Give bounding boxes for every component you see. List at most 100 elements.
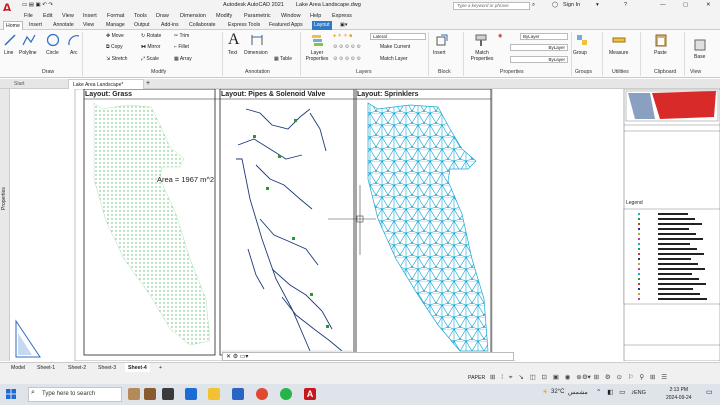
redo-icon[interactable]: ↷ xyxy=(48,2,53,8)
annotation-panel-label[interactable]: Annotation xyxy=(245,69,270,75)
menu-tools[interactable]: Tools xyxy=(134,11,147,21)
notification-icon[interactable]: ▭ xyxy=(706,388,713,396)
insert-block-icon[interactable] xyxy=(435,33,449,47)
rotate-tool[interactable]: ↻ Rotate xyxy=(141,33,161,39)
task-view-icon[interactable] xyxy=(162,388,174,400)
menu-help[interactable]: Help xyxy=(310,11,321,21)
taskbar-search[interactable]: Type here to search xyxy=(28,387,122,402)
tab-express-tools[interactable]: Express Tools xyxy=(226,21,262,30)
new-tab-icon[interactable]: + xyxy=(146,79,150,89)
command-line[interactable]: ✕ ⚙ ▭▾ xyxy=(222,352,514,361)
tab-insert[interactable]: Insert xyxy=(27,21,44,30)
menu-express[interactable]: Express xyxy=(332,11,352,21)
layers-panel-label[interactable]: Layers xyxy=(356,69,372,75)
maximize-icon[interactable]: ▢ xyxy=(683,0,688,11)
line-tool[interactable]: Line xyxy=(4,50,13,56)
insert-button[interactable]: Insert xyxy=(433,50,446,56)
user-icon[interactable]: ◯ xyxy=(552,0,558,11)
table-tool[interactable]: ▦ Table xyxy=(274,56,292,62)
menu-draw[interactable]: Draw xyxy=(156,11,169,21)
tray-icons[interactable]: ⌃ ◧ ▭ ♪ xyxy=(596,388,636,396)
menu-dimension[interactable]: Dimension xyxy=(180,11,206,21)
base-view-icon[interactable] xyxy=(693,38,707,52)
quick-access-toolbar[interactable]: ▭ ▤ ▣ ↶ ↷ xyxy=(22,0,53,11)
tab-view[interactable]: View xyxy=(81,21,96,30)
start-tab[interactable]: Start xyxy=(8,79,68,89)
weather-temp[interactable]: 32°C xyxy=(551,389,564,395)
polyline-tool[interactable]: Polyline xyxy=(19,50,37,56)
search-input[interactable]: Type a keyword or phrase xyxy=(453,2,530,10)
help-icon[interactable]: ? xyxy=(624,0,627,11)
layer-state-icons[interactable]: ● ☀ ☀ ■ xyxy=(333,33,352,39)
text-icon[interactable]: A xyxy=(228,32,242,48)
array-tool[interactable]: ▦ Array xyxy=(174,56,192,62)
cart-icon[interactable]: ▾ xyxy=(596,0,599,11)
whatsapp-icon[interactable] xyxy=(280,388,292,400)
save-icon[interactable]: ▣ xyxy=(35,2,40,8)
arc-tool[interactable]: Arc xyxy=(70,50,78,56)
groups-panel-label[interactable]: Groups xyxy=(575,69,592,75)
menu-modify[interactable]: Modify xyxy=(216,11,232,21)
measure-icon[interactable] xyxy=(612,33,626,47)
system-clock[interactable]: 2:13 PM 2024-09-24 xyxy=(666,386,692,402)
menu-format[interactable]: Format xyxy=(107,11,124,21)
properties-palette[interactable] xyxy=(0,89,10,361)
polyline-icon[interactable] xyxy=(22,33,36,47)
lineweight-dropdown[interactable]: ByLayer xyxy=(510,44,568,51)
taskbar-app-icon[interactable] xyxy=(144,388,156,400)
circle-icon[interactable] xyxy=(46,33,60,47)
match-properties-button[interactable]: Match Properties xyxy=(469,50,495,62)
status-toggles[interactable]: ⊞ ⁞ ⌖ ↘ ◫ ⊡ ▣ ◉ ⊕ ▾ xyxy=(490,373,593,382)
new-icon[interactable]: ▭ xyxy=(22,2,27,8)
tab-layout[interactable]: Layout xyxy=(312,21,332,30)
scale-tool[interactable]: ⤢ Scale xyxy=(141,56,159,62)
match-layer-button[interactable]: Match Layer xyxy=(380,56,408,62)
menu-window[interactable]: Window xyxy=(281,11,301,21)
close-icon[interactable]: ✕ xyxy=(706,0,711,11)
tab-home[interactable]: Home xyxy=(3,21,23,30)
open-icon[interactable]: ▤ xyxy=(29,2,34,8)
menu-view[interactable]: View xyxy=(62,11,74,21)
utilities-panel-label[interactable]: Utilities xyxy=(612,69,629,75)
minimize-icon[interactable]: — xyxy=(660,0,666,11)
move-tool[interactable]: ✥ Move xyxy=(106,33,124,39)
group-button[interactable]: Group xyxy=(573,50,587,56)
undo-icon[interactable]: ↶ xyxy=(42,2,47,8)
tab-collaborate[interactable]: Collaborate xyxy=(187,21,218,30)
layer-tools-icons[interactable]: ⚙ ⚙ ⚙ ⚙ ⚙ xyxy=(333,44,361,50)
dimension-icon[interactable] xyxy=(250,33,264,47)
status-tools[interactable]: ⚙ ⊞ ⚙ ⊙ ⚐ ⚲ ⊞ ☰ xyxy=(582,373,669,381)
menu-parametric[interactable]: Parametric xyxy=(244,11,271,21)
measure-button[interactable]: Measure xyxy=(609,50,628,56)
view-panel-label[interactable]: View xyxy=(690,69,701,75)
paste-icon[interactable] xyxy=(654,33,668,47)
modify-panel-label[interactable]: Modify xyxy=(151,69,166,75)
block-panel-label[interactable]: Block xyxy=(438,69,451,75)
tab-annotate[interactable]: Annotate xyxy=(51,21,76,30)
fillet-tool[interactable]: ⌐ Fillet xyxy=(174,44,189,50)
make-current-button[interactable]: Make Current xyxy=(380,44,410,50)
clipboard-panel-label[interactable]: Clipboard xyxy=(654,69,676,75)
ribbon-toggle-icon[interactable]: ▣▾ xyxy=(338,21,350,30)
properties-panel-label[interactable]: Properties xyxy=(500,69,524,75)
menu-insert[interactable]: Insert xyxy=(83,11,97,21)
command-close-icon[interactable]: ✕ ⚙ ▭▾ xyxy=(223,354,248,360)
cortana-avatar-icon[interactable] xyxy=(128,388,140,400)
autocad-taskbar-icon[interactable]: A xyxy=(304,388,316,400)
stretch-tool[interactable]: ⇲ Stretch xyxy=(106,56,127,62)
layer-dropdown[interactable]: Lateral xyxy=(370,33,426,40)
file-explorer-icon[interactable] xyxy=(208,388,220,400)
layer-tools2-icons[interactable]: ⚙ ⚙ ⚙ ⚙ ⚙ xyxy=(333,56,361,62)
copy-tool[interactable]: ⧉ Copy xyxy=(106,44,123,50)
circle-tool[interactable]: Circle xyxy=(46,50,59,56)
edge-icon[interactable] xyxy=(232,388,244,400)
tab-output[interactable]: Output xyxy=(132,21,152,30)
mail-icon[interactable] xyxy=(185,388,197,400)
match-properties-icon[interactable] xyxy=(474,33,488,47)
weather-condition[interactable]: مشمس xyxy=(568,389,588,396)
tab-add-ins[interactable]: Add-ins xyxy=(159,21,181,30)
paper-space-toggle[interactable]: PAPER xyxy=(468,375,485,381)
arc-icon[interactable] xyxy=(67,33,81,47)
linetype-dropdown[interactable]: ByLayer xyxy=(510,56,568,63)
chrome-icon[interactable] xyxy=(256,388,268,400)
